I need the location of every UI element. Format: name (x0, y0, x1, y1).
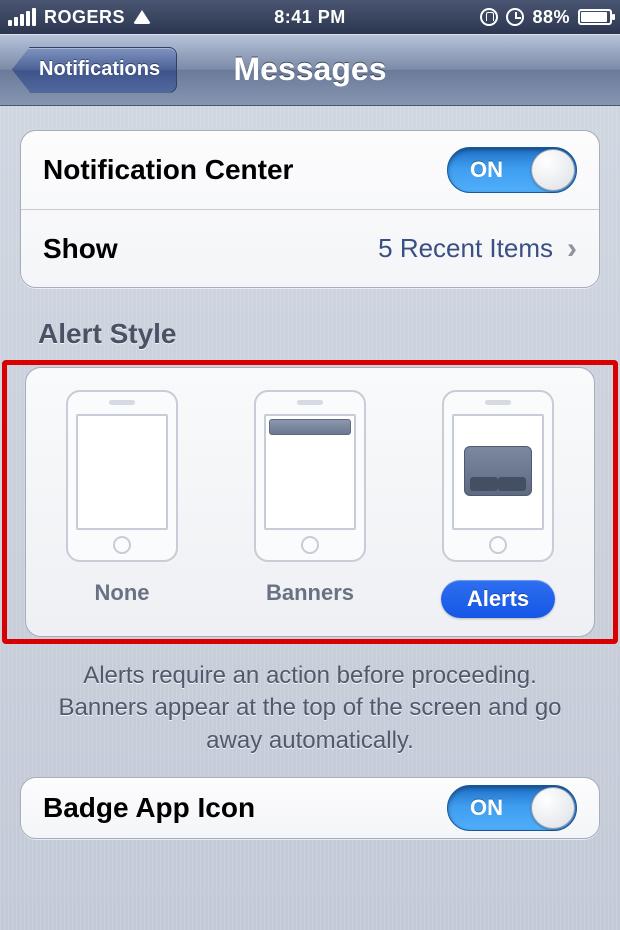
clock-time: 8:41 PM (274, 7, 346, 28)
back-button[interactable]: Notifications (12, 47, 177, 93)
toggle-on-label: ON (470, 795, 503, 821)
toggle-knob (531, 787, 575, 829)
row-badge-icon[interactable]: Badge App Icon ON (21, 778, 599, 838)
settings-group-badge: Badge App Icon ON (20, 777, 600, 839)
chevron-right-icon: › (567, 232, 577, 266)
alert-preview-icon (464, 446, 532, 496)
badge-toggle[interactable]: ON (447, 785, 577, 831)
notification-center-label: Notification Center (43, 154, 447, 186)
page-title: Messages (234, 51, 387, 88)
alert-style-group: None Banners Alerts (25, 367, 595, 637)
notification-center-toggle[interactable]: ON (447, 147, 577, 193)
settings-group-notification: Notification Center ON Show 5 Recent Ite… (20, 130, 600, 288)
status-bar: ROGERS 8:41 PM 88% (0, 0, 620, 34)
row-show[interactable]: Show 5 Recent Items › (21, 209, 599, 287)
toggle-on-label: ON (470, 157, 503, 183)
show-label: Show (43, 233, 378, 265)
alert-style-description: Alerts require an action before proceedi… (38, 660, 582, 757)
battery-percent: 88% (532, 7, 570, 28)
wifi-icon (133, 10, 151, 24)
alert-style-option-none[interactable]: None (48, 390, 196, 618)
phone-preview-banners (254, 390, 366, 562)
phone-preview-alerts (442, 390, 554, 562)
banner-preview-icon (269, 419, 351, 435)
phone-preview-none (66, 390, 178, 562)
battery-icon (578, 9, 612, 25)
alert-style-option-banners[interactable]: Banners (236, 390, 384, 618)
alarm-icon (506, 8, 524, 26)
badge-label: Badge App Icon (43, 792, 447, 824)
alert-style-header: Alert Style (38, 318, 590, 350)
orientation-lock-icon (480, 8, 498, 26)
show-value: 5 Recent Items (378, 233, 553, 264)
alert-style-option-alerts[interactable]: Alerts (424, 390, 572, 618)
row-notification-center[interactable]: Notification Center ON (21, 131, 599, 209)
alert-style-label-none: None (95, 580, 150, 606)
annotation-highlight: None Banners Alerts (2, 360, 618, 644)
carrier-label: ROGERS (44, 7, 125, 28)
alert-style-label-alerts: Alerts (441, 580, 555, 618)
back-button-label: Notifications (39, 58, 160, 81)
settings-content: Notification Center ON Show 5 Recent Ite… (0, 106, 620, 930)
toggle-knob (531, 149, 575, 191)
signal-strength-icon (8, 8, 36, 26)
nav-bar: Notifications Messages (0, 34, 620, 106)
alert-style-label-banners: Banners (266, 580, 354, 606)
